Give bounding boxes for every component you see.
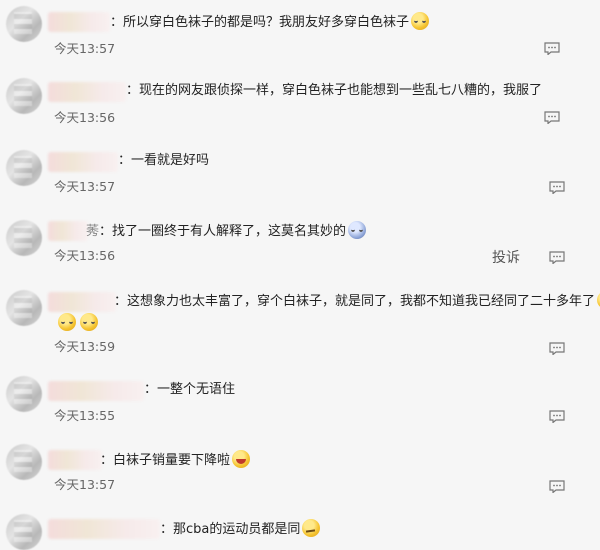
comment-text: ：一整个无语住 — [144, 382, 236, 397]
username-blurred[interactable] — [48, 450, 102, 470]
comment-time: 今天13:55 — [54, 408, 116, 423]
username-blurred[interactable] — [48, 381, 144, 401]
avatar[interactable] — [6, 514, 42, 550]
reply-icon[interactable] — [549, 342, 565, 355]
laughing-icon — [232, 450, 251, 468]
report-button[interactable]: 投诉 — [492, 247, 520, 267]
avatar[interactable] — [6, 290, 42, 326]
comment-text: ：现在的网友跟侦探一样，穿白色袜子也能想到一些乱七八糟的，我服了 — [126, 83, 543, 98]
reply-icon[interactable] — [544, 42, 560, 55]
username-blurred[interactable] — [48, 292, 116, 312]
comment-text: ：所以穿白色袜子的都是吗？我朋友好多穿白色袜子 — [110, 12, 430, 32]
reply-icon[interactable] — [549, 410, 565, 423]
reply-icon[interactable] — [544, 111, 560, 124]
username-blurred[interactable] — [48, 152, 118, 172]
reply-icon[interactable] — [549, 181, 565, 194]
avatar[interactable] — [6, 444, 42, 480]
username-blurred[interactable] — [48, 221, 88, 241]
avatar[interactable] — [6, 376, 42, 412]
comment-text: ：一看就是好吗 — [118, 153, 210, 168]
comment-time: 今天13:57 — [54, 477, 116, 492]
comment-time: 今天13:57 — [54, 179, 116, 194]
avatar[interactable] — [6, 78, 42, 114]
comment-time: 今天13:56 — [54, 248, 116, 263]
comment-text: ：白袜子销量要下降啦 — [100, 450, 251, 470]
username-blurred[interactable] — [48, 519, 160, 539]
dizzy-face-icon — [348, 221, 367, 239]
avatar[interactable] — [6, 220, 42, 256]
avatar[interactable] — [6, 6, 42, 42]
comment-text: 莠：找了一圈终于有人解释了，这莫名其妙的 — [86, 221, 367, 241]
emoji-row — [56, 312, 98, 331]
cry-laugh-icon — [80, 313, 98, 331]
cry-laugh-icon — [411, 12, 430, 30]
username-tail[interactable]: 莠 — [86, 224, 99, 239]
comment-text: ：这想象力也太丰富了，穿个白袜子，就是同了，我都不知道我已经同了二十多年了 — [114, 291, 600, 311]
comment-time: 今天13:57 — [54, 41, 116, 56]
avatar[interactable] — [6, 150, 42, 186]
username-blurred[interactable] — [48, 12, 110, 32]
cry-laugh-icon — [58, 313, 76, 331]
comment-time: 今天13:56 — [54, 110, 116, 125]
smirk-icon — [302, 519, 321, 537]
comment-time: 今天13:59 — [54, 339, 116, 354]
reply-icon[interactable] — [549, 251, 565, 264]
username-blurred[interactable] — [48, 82, 126, 102]
comment-text: ：那cba的运动员都是同 — [160, 519, 321, 539]
reply-icon[interactable] — [549, 480, 565, 493]
